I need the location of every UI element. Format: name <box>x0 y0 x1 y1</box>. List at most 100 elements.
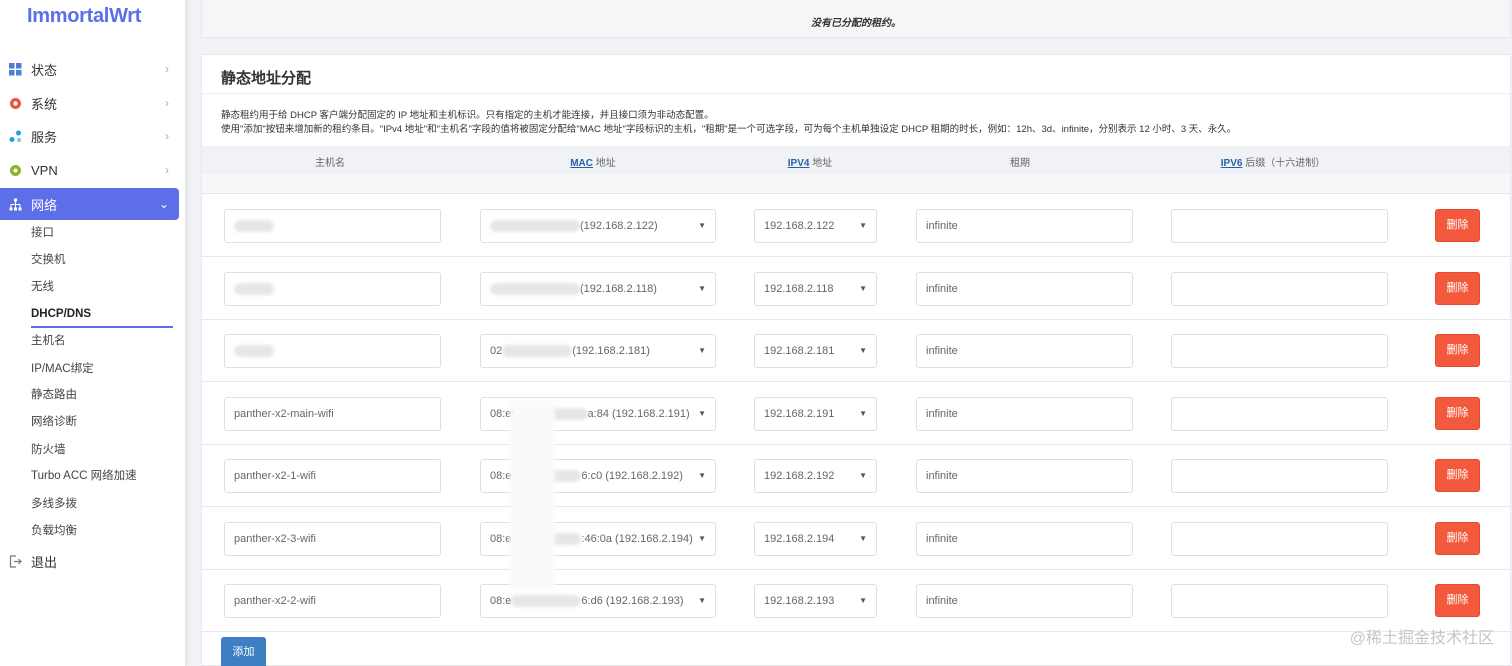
redacted-text <box>490 282 580 295</box>
ipv4-value: 192.168.2.191 <box>764 407 835 420</box>
lease-value: infinite <box>926 470 958 482</box>
redacted-text <box>234 220 274 233</box>
caret-down-icon: ▼ <box>698 221 706 230</box>
sub-item-switch[interactable]: 交换机 <box>31 250 173 270</box>
sub-item-wireless[interactable]: 无线 <box>31 277 173 297</box>
table-row: (192.168.2.118) ▼ 192.168.2.118 ▼ infini… <box>202 258 1510 320</box>
ipv4-value: 192.168.2.118 <box>764 282 834 295</box>
ipv4-abbr: IPV4 <box>787 158 810 169</box>
ipv4-value: 192.168.2.181 <box>764 345 835 357</box>
table-row: panther-x2-2-wifi 08:e 6:d6 (192.168.2.19… <box>202 570 1510 632</box>
ipv6-suffix-input[interactable] <box>1171 271 1388 306</box>
logo[interactable]: ImmortalWrt <box>27 5 141 28</box>
delete-button[interactable]: 删除 <box>1435 459 1480 492</box>
description-line-1: 静态租约用于给 DHCP 客户端分配固定的 IP 地址和主机标识。只有指定的主机… <box>221 110 714 121</box>
sub-item-ip-mac[interactable]: IP/MAC绑定 <box>31 359 173 379</box>
th-lease: 租期 <box>1010 158 1030 169</box>
delete-button[interactable]: 删除 <box>1435 521 1480 555</box>
hostname-value: panther-x2-main-wifi <box>234 407 334 420</box>
sub-item-firewall[interactable]: 防火墙 <box>31 440 173 460</box>
menu-label: 服务 <box>31 129 58 145</box>
hostname-input[interactable]: panther-x2-3-wifi <box>224 521 441 556</box>
mac-select[interactable]: (192.168.2.122) ▼ <box>480 209 716 243</box>
sub-item-dhcp-dns[interactable]: DHCP/DNS <box>31 304 173 328</box>
redacted-text <box>234 345 274 358</box>
mac-select[interactable]: 02 (192.168.2.181) ▼ <box>480 334 716 368</box>
mac-suffix: (192.168.2.118) <box>580 282 657 295</box>
menu-item-logout[interactable]: 退出 <box>0 545 179 577</box>
ipv4-value: 192.168.2.193 <box>764 595 835 607</box>
ipv4-select[interactable]: 192.168.2.122 ▼ <box>754 209 877 243</box>
menu-item-status[interactable]: 状态 › <box>0 53 179 85</box>
mac-prefix: 08:e <box>490 595 512 607</box>
ipv4-select[interactable]: 192.168.2.194 ▼ <box>754 521 877 556</box>
mac-abbr: MAC <box>570 158 593 169</box>
mac-suffix: 6:c0 (192.168.2.192) <box>581 470 683 482</box>
ipv6-suffix-input[interactable] <box>1171 396 1388 431</box>
delete-button[interactable]: 删除 <box>1435 209 1480 242</box>
redacted-text <box>502 345 573 358</box>
menu-label: 状态 <box>31 62 58 78</box>
lease-time-input[interactable]: infinite <box>916 584 1133 618</box>
th-ipv6: IPV6 后缀（十六进制） <box>1221 154 1325 169</box>
delete-button[interactable]: 删除 <box>1435 396 1480 430</box>
ipv4-select[interactable]: 192.168.2.181 ▼ <box>754 334 877 368</box>
lease-time-input[interactable]: infinite <box>916 271 1133 306</box>
hostname-value: panther-x2-2-wifi <box>234 595 316 607</box>
lease-time-input[interactable]: infinite <box>916 521 1133 556</box>
section-title: 静态地址分配 <box>221 70 312 87</box>
menu-item-vpn[interactable]: VPN › <box>0 154 179 186</box>
menu-item-system[interactable]: 系统 › <box>0 87 179 119</box>
ipv6-suffix-input[interactable] <box>1171 521 1388 556</box>
ipv6-suffix-input[interactable] <box>1171 209 1388 243</box>
mac-prefix: 02 <box>490 345 503 357</box>
ipv4-value: 192.168.2.122 <box>764 220 835 232</box>
sub-item-interfaces[interactable]: 接口 <box>31 223 173 243</box>
menu-label: 网络 <box>31 197 58 213</box>
menu-item-services[interactable]: 服务 › <box>0 120 179 152</box>
ipv6-suffix-input[interactable] <box>1171 459 1388 493</box>
lease-time-input[interactable]: infinite <box>916 209 1133 243</box>
delete-button[interactable]: 删除 <box>1435 334 1480 367</box>
delete-button[interactable]: 删除 <box>1435 584 1480 617</box>
mac-select[interactable]: (192.168.2.118) ▼ <box>480 271 716 306</box>
hostname-input[interactable]: panther-x2-1-wifi <box>224 459 441 493</box>
delete-button[interactable]: 删除 <box>1435 271 1480 305</box>
gear-icon <box>8 96 22 110</box>
hostname-input[interactable] <box>224 334 441 368</box>
hostname-input[interactable]: panther-x2-2-wifi <box>224 584 441 618</box>
ipv6-suffix-input[interactable] <box>1171 334 1388 368</box>
ipv4-select[interactable]: 192.168.2.192 ▼ <box>754 459 877 493</box>
hostname-input[interactable] <box>224 271 441 306</box>
caret-down-icon: ▼ <box>859 533 867 543</box>
ipv6-suffix-input[interactable] <box>1171 584 1388 618</box>
add-button[interactable]: 添加 <box>221 637 266 666</box>
menu-item-network[interactable]: 网络 ⌄ <box>0 188 179 220</box>
lease-time-input[interactable]: infinite <box>916 334 1133 368</box>
ipv4-select[interactable]: 192.168.2.191 ▼ <box>754 396 877 431</box>
mac-suffix: 6:d6 (192.168.2.193) <box>581 595 684 607</box>
title-divider <box>202 93 1510 94</box>
caret-down-icon: ▼ <box>859 221 867 230</box>
table-header-spacer <box>202 174 1510 194</box>
lease-time-input[interactable]: infinite <box>916 459 1133 493</box>
chevron-right-icon: › <box>165 96 169 110</box>
lease-value: infinite <box>926 407 958 420</box>
caret-down-icon: ▼ <box>859 471 867 480</box>
lease-value: infinite <box>926 532 958 545</box>
sub-item-routes[interactable]: 静态路由 <box>31 385 173 405</box>
hostname-input[interactable]: panther-x2-main-wifi <box>224 396 441 431</box>
lease-time-input[interactable]: infinite <box>916 396 1133 431</box>
sub-item-loadbalance[interactable]: 负载均衡 <box>31 521 173 541</box>
sub-item-multiwan[interactable]: 多线多拨 <box>31 494 173 514</box>
chevron-right-icon: › <box>165 163 169 177</box>
lease-value: infinite <box>926 595 958 607</box>
sub-item-turbo-acc[interactable]: Turbo ACC 网络加速 <box>31 466 173 486</box>
dashboard-icon <box>8 62 22 76</box>
redacted-text <box>511 595 582 608</box>
sub-item-diagnostics[interactable]: 网络诊断 <box>31 412 173 432</box>
ipv4-select[interactable]: 192.168.2.193 ▼ <box>754 584 877 618</box>
ipv4-select[interactable]: 192.168.2.118 ▼ <box>754 271 877 306</box>
sub-item-hostnames[interactable]: 主机名 <box>31 331 173 351</box>
hostname-input[interactable] <box>224 209 441 243</box>
